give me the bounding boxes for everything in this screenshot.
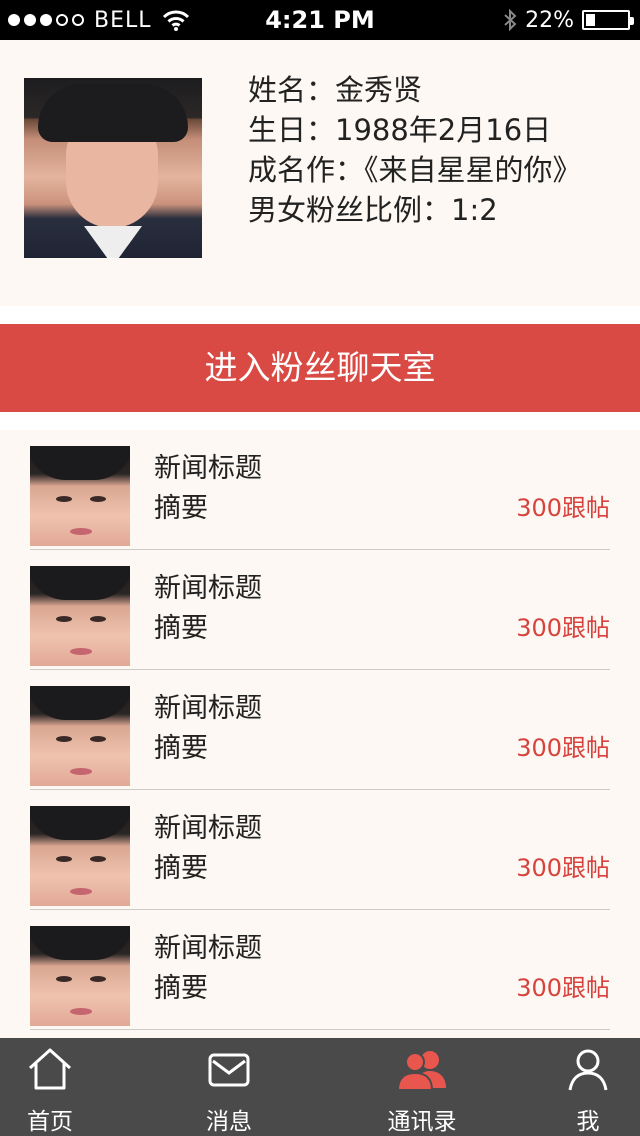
contacts-icon (396, 1051, 446, 1091)
avatar-hair (38, 84, 188, 142)
news-thumbnail (30, 686, 130, 786)
news-title: 新闻标题 (154, 933, 262, 964)
news-summary: 摘要 (154, 853, 208, 884)
news-thumbnail (30, 566, 130, 666)
profile-card: 姓名：金秀贤 生日：1988年2月16日 成名作：《来自星星的你》 男女粉丝比例… (0, 40, 640, 306)
thumb-eye (90, 736, 106, 742)
news-title: 新闻标题 (154, 453, 262, 484)
news-thumbnail (30, 926, 130, 1026)
mail-icon (208, 1053, 250, 1087)
tab-label: 首页 (27, 1109, 73, 1135)
thumb-hair (30, 806, 130, 840)
thumb-hair (30, 446, 130, 480)
battery-level (586, 14, 595, 26)
avatar-shirt (84, 226, 142, 258)
tab-me[interactable]: 我 (528, 1038, 640, 1136)
divider (0, 306, 640, 324)
home-icon (28, 1048, 72, 1090)
news-summary: 摘要 (154, 733, 208, 764)
thumb-lips (70, 528, 92, 535)
news-thumbnail (30, 806, 130, 906)
news-summary: 摘要 (154, 493, 208, 524)
battery-tip (630, 17, 634, 25)
news-title: 新闻标题 (154, 813, 262, 844)
bluetooth-icon (504, 8, 517, 32)
news-reply-count[interactable]: 300跟帖 (516, 728, 610, 763)
news-item[interactable]: 新闻标题 摘要 300跟帖 (30, 790, 610, 910)
news-title: 新闻标题 (154, 573, 262, 604)
news-reply-count[interactable]: 300跟帖 (516, 848, 610, 883)
profile-avatar[interactable] (24, 78, 202, 258)
thumb-eye (56, 976, 72, 982)
news-reply-count[interactable]: 300跟帖 (516, 968, 610, 1003)
tab-label: 消息 (206, 1109, 252, 1135)
profile-fan-ratio: 男女粉丝比例：1:2 (248, 193, 498, 227)
thumb-eye (56, 496, 72, 502)
tab-bar: 首页 消息 通讯录 我 (0, 1038, 640, 1136)
tab-label: 通讯录 (387, 1109, 457, 1135)
profile-birthday: 生日：1988年2月16日 (248, 113, 552, 147)
profile-info: 姓名：金秀贤 生日：1988年2月16日 成名作：《来自星星的你》 男女粉丝比例… (248, 70, 582, 230)
news-summary: 摘要 (154, 973, 208, 1004)
thumb-eye (56, 736, 72, 742)
tab-home[interactable]: 首页 (0, 1038, 110, 1136)
battery-percent: 22% (525, 7, 574, 33)
profile-name: 姓名：金秀贤 (248, 73, 423, 107)
news-list: 新闻标题 摘要 300跟帖 新闻标题 摘要 300跟帖 新闻标题 摘要 300跟… (0, 430, 640, 1038)
thumb-eye (56, 616, 72, 622)
divider (0, 412, 640, 430)
thumb-eye (90, 976, 106, 982)
tab-messages[interactable]: 消息 (169, 1038, 289, 1136)
thumb-eye (90, 856, 106, 862)
thumb-lips (70, 888, 92, 895)
thumb-hair (30, 926, 130, 960)
news-item[interactable]: 新闻标题 摘要 300跟帖 (30, 550, 610, 670)
news-reply-count[interactable]: 300跟帖 (516, 488, 610, 523)
news-summary: 摘要 (154, 613, 208, 644)
news-item[interactable]: 新闻标题 摘要 300跟帖 (30, 430, 610, 550)
thumb-hair (30, 686, 130, 720)
tab-label: 我 (576, 1109, 600, 1135)
news-item[interactable]: 新闻标题 摘要 300跟帖 (30, 910, 610, 1030)
user-icon (568, 1049, 608, 1091)
news-item[interactable]: 新闻标题 摘要 300跟帖 (30, 670, 610, 790)
thumb-eye (56, 856, 72, 862)
news-reply-count[interactable]: 300跟帖 (516, 608, 610, 643)
status-bar: BELL 4:21 PM 22% (0, 0, 640, 40)
news-title: 新闻标题 (154, 693, 262, 724)
thumb-hair (30, 566, 130, 600)
news-thumbnail (30, 446, 130, 546)
battery-icon (582, 10, 634, 30)
thumb-lips (70, 768, 92, 775)
thumb-eye (90, 616, 106, 622)
tab-contacts[interactable]: 通讯录 (362, 1038, 482, 1136)
thumb-lips (70, 648, 92, 655)
profile-famous-work: 成名作：《来自星星的你》 (248, 153, 582, 187)
thumb-eye (90, 496, 106, 502)
thumb-lips (70, 1008, 92, 1015)
enter-fan-chatroom-button[interactable]: 进入粉丝聊天室 (0, 324, 640, 412)
